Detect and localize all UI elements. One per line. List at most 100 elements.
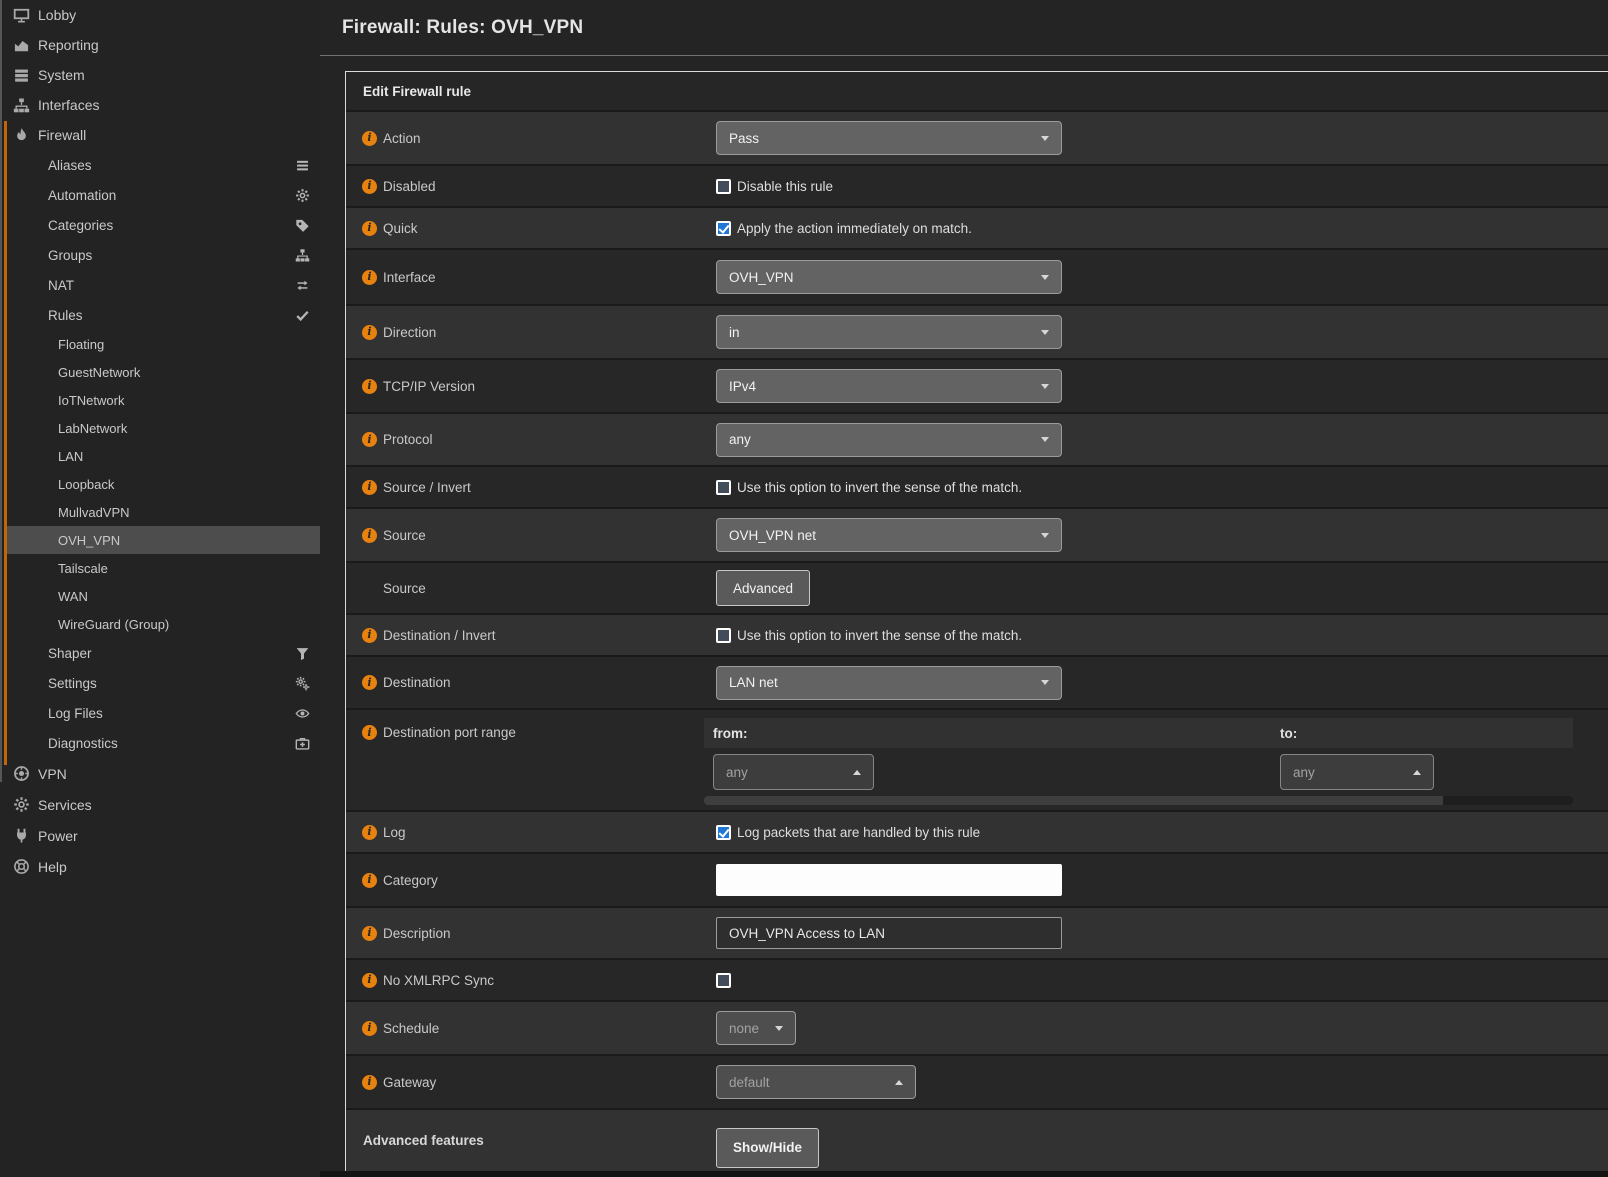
log-checkbox[interactable] — [716, 825, 731, 840]
form-row-tcpip-version: TCP/IP Version IPv4 — [346, 360, 1608, 414]
info-icon — [362, 379, 377, 394]
schedule-select[interactable]: none — [716, 1011, 796, 1045]
field-label: Destination / Invert — [383, 628, 496, 643]
quick-checkbox[interactable] — [716, 221, 731, 236]
sidebar-item-diagnostics[interactable]: Diagnostics — [0, 728, 320, 758]
sidebar-item-wireguard-group[interactable]: WireGuard (Group) — [0, 610, 320, 638]
sidebar-item-aliases[interactable]: Aliases — [0, 150, 320, 180]
form-row-source: Source OVH_VPN net — [346, 509, 1608, 563]
form-row-gateway: Gateway default — [346, 1056, 1608, 1110]
safety-icon — [13, 765, 30, 782]
sidebar-item-services[interactable]: Services — [0, 789, 320, 820]
field-label: TCP/IP Version — [383, 379, 475, 394]
sitemap-icon — [295, 248, 310, 263]
sidebar-item-help[interactable]: Help — [0, 851, 320, 882]
protocol-select[interactable]: any — [716, 423, 1062, 457]
chevron-up-icon — [1413, 770, 1421, 775]
sidebar-item-wan[interactable]: WAN — [0, 582, 320, 610]
field-label: Direction — [383, 325, 436, 340]
info-icon — [362, 825, 377, 840]
field-label: Source / Invert — [383, 480, 471, 495]
interface-select[interactable]: OVH_VPN — [716, 260, 1062, 294]
sidebar-item-log-files[interactable]: Log Files — [0, 698, 320, 728]
port-to-select[interactable]: any — [1280, 754, 1434, 790]
sidebar-item-tailscale[interactable]: Tailscale — [0, 554, 320, 582]
direction-select[interactable]: in — [716, 315, 1062, 349]
field-label: Destination — [383, 675, 451, 690]
tcpip-version-select[interactable]: IPv4 — [716, 369, 1062, 403]
field-label: No XMLRPC Sync — [383, 973, 494, 988]
field-label: Source — [383, 528, 426, 543]
checkbox-label: Use this option to invert the sense of t… — [737, 480, 1022, 495]
field-label: Schedule — [383, 1021, 439, 1036]
sidebar-item-labnetwork[interactable]: LabNetwork — [0, 414, 320, 442]
sidebar-item-shaper[interactable]: Shaper — [0, 638, 320, 668]
form-row-destination-port-range: Destination port range from: to: any any — [346, 710, 1608, 812]
gear-icon — [13, 796, 30, 813]
sidebar-item-interfaces[interactable]: Interfaces — [0, 90, 320, 120]
chevron-down-icon — [1041, 437, 1049, 442]
page-header: Firewall: Rules: OVH_VPN — [320, 0, 1608, 56]
field-label: Log — [383, 825, 406, 840]
destination-select[interactable]: LAN net — [716, 666, 1062, 700]
info-icon — [362, 528, 377, 543]
sidebar-item-automation[interactable]: Automation — [0, 180, 320, 210]
dashboard-icon — [13, 7, 30, 24]
destination-invert-checkbox[interactable] — [716, 628, 731, 643]
form-row-schedule: Schedule none — [346, 1002, 1608, 1056]
no-xmlrpc-sync-checkbox[interactable] — [716, 973, 731, 988]
description-input[interactable] — [716, 917, 1062, 949]
chevron-down-icon — [1041, 533, 1049, 538]
checkbox-label: Disable this rule — [737, 179, 833, 194]
chevron-down-icon — [1041, 136, 1049, 141]
edit-firewall-rule-panel: Edit Firewall rule Action Pass Disabled … — [345, 71, 1608, 1171]
category-input[interactable] — [716, 864, 1062, 896]
sidebar-item-iotnetwork[interactable]: IoTNetwork — [0, 386, 320, 414]
chevron-down-icon — [1041, 680, 1049, 685]
port-range-table: from: to: any any — [704, 710, 1573, 810]
field-label: Interface — [383, 270, 436, 285]
sidebar-item-power[interactable]: Power — [0, 820, 320, 851]
sidebar-item-vpn[interactable]: VPN — [0, 758, 320, 789]
info-icon — [362, 675, 377, 690]
port-from-select[interactable]: any — [713, 754, 874, 790]
sidebar-item-guestnetwork[interactable]: GuestNetwork — [0, 358, 320, 386]
form-row-action: Action Pass — [346, 112, 1608, 166]
form-row-advanced-features: Advanced features Show/Hide — [346, 1110, 1608, 1171]
sidebar-item-rules[interactable]: Rules — [0, 300, 320, 330]
sidebar-item-categories[interactable]: Categories — [0, 210, 320, 240]
sidebar-item-ovh-vpn-selected[interactable]: OVH_VPN — [7, 526, 320, 554]
gear-icon — [295, 188, 310, 203]
sidebar-item-nat[interactable]: NAT — [0, 270, 320, 300]
info-icon — [362, 221, 377, 236]
disabled-checkbox[interactable] — [716, 179, 731, 194]
field-label: Gateway — [383, 1075, 436, 1090]
eye-icon — [295, 706, 310, 721]
sidebar-item-reporting[interactable]: Reporting — [0, 30, 320, 60]
info-icon — [362, 270, 377, 285]
field-label: Protocol — [383, 432, 433, 447]
sidebar-item-floating[interactable]: Floating — [0, 330, 320, 358]
sidebar-item-groups[interactable]: Groups — [0, 240, 320, 270]
sidebar-item-mullvadvpn[interactable]: MullvadVPN — [0, 498, 320, 526]
sidebar-item-settings[interactable]: Settings — [0, 668, 320, 698]
source-advanced-button[interactable]: Advanced — [716, 570, 810, 606]
horizontal-scrollbar[interactable] — [704, 796, 1573, 805]
sidebar-item-system[interactable]: System — [0, 60, 320, 90]
scrollbar-thumb[interactable] — [704, 796, 1443, 805]
info-icon — [362, 1021, 377, 1036]
sidebar-item-loopback[interactable]: Loopback — [0, 470, 320, 498]
sidebar-item-lobby[interactable]: Lobby — [0, 0, 320, 30]
sidebar-item-firewall[interactable]: Firewall — [0, 120, 320, 150]
action-select[interactable]: Pass — [716, 121, 1062, 155]
sidebar-menu: Lobby Reporting System Interfaces Firewa… — [0, 0, 320, 882]
life-ring-icon — [13, 858, 30, 875]
gateway-select[interactable]: default — [716, 1065, 916, 1099]
tag-icon — [295, 218, 310, 233]
sitemap-icon — [13, 97, 30, 114]
show-hide-advanced-button[interactable]: Show/Hide — [716, 1128, 819, 1168]
sidebar-item-lan[interactable]: LAN — [0, 442, 320, 470]
source-select[interactable]: OVH_VPN net — [716, 518, 1062, 552]
source-invert-checkbox[interactable] — [716, 480, 731, 495]
info-icon — [362, 179, 377, 194]
